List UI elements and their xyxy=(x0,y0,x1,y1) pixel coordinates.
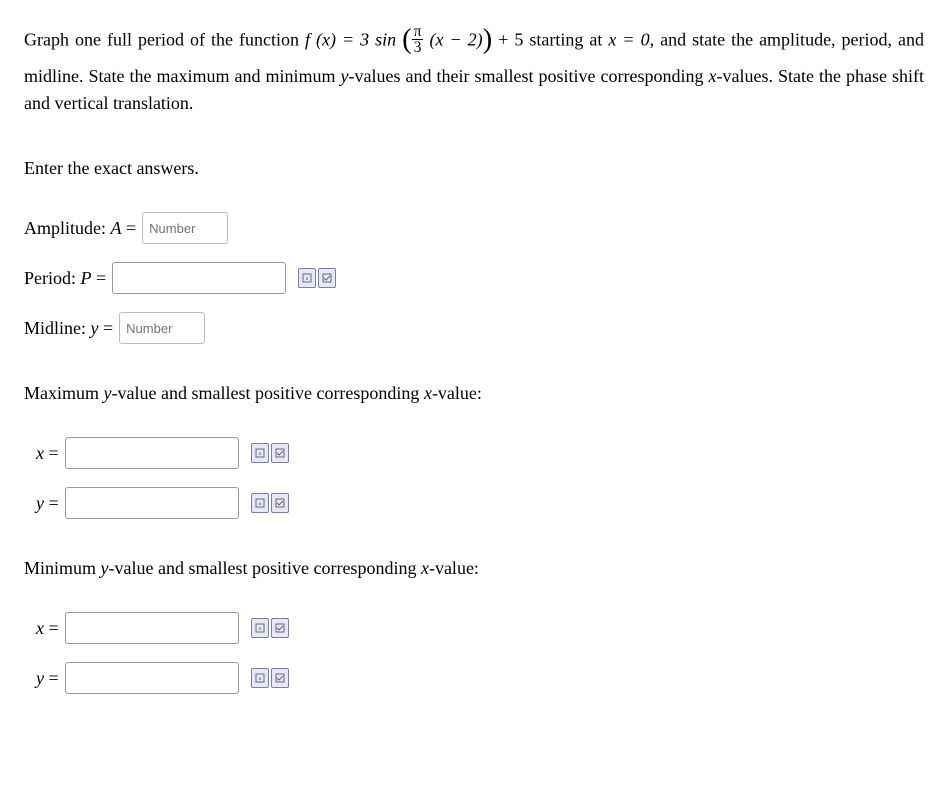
amplitude-row: Amplitude: A = xyxy=(24,212,924,244)
q-fraction: π3 xyxy=(412,24,424,56)
max-y-label: y = xyxy=(36,490,59,517)
q-mid: starting at xyxy=(529,30,608,50)
q-x: x xyxy=(709,66,717,86)
q-start: x = 0 xyxy=(608,30,649,50)
question-text: Graph one full period of the function f … xyxy=(24,20,924,117)
max-y-row: y = a xyxy=(36,487,924,519)
min-x-input[interactable] xyxy=(65,612,239,644)
equation-preview-icon[interactable]: a xyxy=(251,493,269,513)
lparen: ( xyxy=(402,23,412,55)
min-y-input[interactable] xyxy=(65,662,239,694)
period-row: Period: P = a xyxy=(24,262,924,294)
rparen: ) xyxy=(483,23,493,55)
equation-preview-icon[interactable]: a xyxy=(251,618,269,638)
max-x-label: x = xyxy=(36,440,59,467)
q-plus5: + 5 xyxy=(492,30,523,50)
equation-editor-icon[interactable] xyxy=(271,668,289,688)
maximum-prompt: Maximum y-value and smallest positive co… xyxy=(24,380,924,407)
minimum-prompt: Minimum y-value and smallest positive co… xyxy=(24,555,924,582)
equation-editor-icon[interactable] xyxy=(318,268,336,288)
equation-editor-icon[interactable] xyxy=(271,443,289,463)
equation-editor-icon[interactable] xyxy=(271,618,289,638)
min-x-row: x = a xyxy=(36,612,924,644)
q-inner: (x − 2) xyxy=(430,30,483,50)
equation-editor-icon[interactable] xyxy=(271,493,289,513)
max-x-row: x = a xyxy=(36,437,924,469)
max-x-input[interactable] xyxy=(65,437,239,469)
max-y-tools: a xyxy=(251,493,289,513)
min-y-tools: a xyxy=(251,668,289,688)
midline-row: Midline: y = xyxy=(24,312,924,344)
midline-input[interactable] xyxy=(119,312,205,344)
frac-num: π xyxy=(412,24,424,39)
period-label: Period: P = xyxy=(24,265,106,292)
min-x-label: x = xyxy=(36,615,59,642)
period-tools: a xyxy=(298,268,336,288)
min-y-row: y = a xyxy=(36,662,924,694)
svg-text:a: a xyxy=(258,676,261,682)
q-y: y xyxy=(341,66,349,86)
q-func: f (x) = 3 sin xyxy=(305,30,396,50)
equation-preview-icon[interactable]: a xyxy=(251,668,269,688)
enter-exact: Enter the exact answers. xyxy=(24,155,924,182)
svg-text:a: a xyxy=(306,276,309,282)
period-input[interactable] xyxy=(112,262,286,294)
frac-den: 3 xyxy=(412,39,424,55)
svg-text:a: a xyxy=(258,451,261,457)
svg-text:a: a xyxy=(258,501,261,507)
max-x-tools: a xyxy=(251,443,289,463)
q-tail2: -values and their smallest positive corr… xyxy=(349,66,709,86)
amplitude-input[interactable] xyxy=(142,212,228,244)
q-prefix: Graph one full period of the function xyxy=(24,30,305,50)
min-y-label: y = xyxy=(36,665,59,692)
equation-preview-icon[interactable]: a xyxy=(251,443,269,463)
equation-preview-icon[interactable]: a xyxy=(298,268,316,288)
midline-label: Midline: y = xyxy=(24,315,113,342)
min-x-tools: a xyxy=(251,618,289,638)
max-y-input[interactable] xyxy=(65,487,239,519)
amplitude-label: Amplitude: A = xyxy=(24,215,136,242)
svg-text:a: a xyxy=(258,626,261,632)
